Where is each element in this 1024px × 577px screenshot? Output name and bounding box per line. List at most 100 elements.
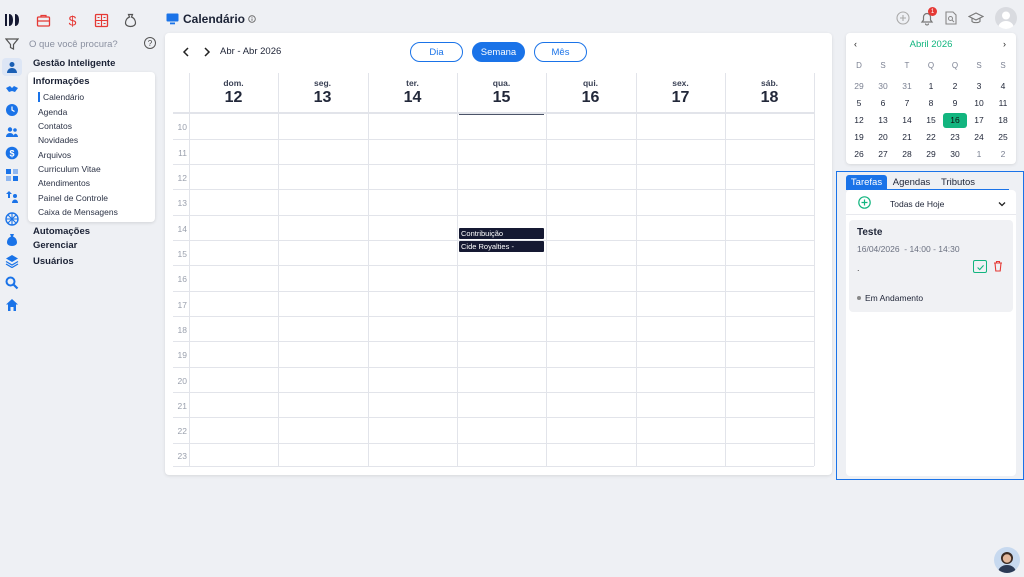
- nav-item-agenda[interactable]: Agenda: [38, 107, 67, 117]
- layers-icon[interactable]: [4, 253, 20, 269]
- mini-day-cell[interactable]: 11: [992, 96, 1014, 110]
- users-icon[interactable]: [4, 124, 20, 140]
- mini-day-cell[interactable]: 31: [896, 79, 918, 93]
- search-input[interactable]: O que você procura?: [29, 39, 118, 50]
- mini-day-cell[interactable]: 21: [896, 130, 918, 144]
- mini-day-cell[interactable]: 2: [944, 79, 966, 93]
- info-icon[interactable]: [248, 15, 256, 23]
- nav-usuarios[interactable]: Usuários: [33, 256, 74, 267]
- nav-item-calendario[interactable]: Calendário: [38, 92, 84, 102]
- event-contribuicao[interactable]: Contribuição: [459, 228, 544, 239]
- upload-person-icon[interactable]: [4, 189, 20, 205]
- nav-item-curriculum[interactable]: Curriculum Vitae: [38, 164, 101, 174]
- user-avatar[interactable]: [995, 7, 1017, 29]
- add-task-icon[interactable]: [858, 196, 871, 209]
- mini-day-cell[interactable]: 10: [968, 96, 990, 110]
- tab-agendas[interactable]: Agendas: [889, 175, 934, 190]
- divider: [846, 214, 1016, 215]
- money-bag-tool-icon[interactable]: [122, 12, 138, 28]
- support-chat-avatar[interactable]: [994, 547, 1020, 573]
- add-circle-icon[interactable]: [896, 11, 910, 25]
- view-week-button[interactable]: Semana: [472, 42, 525, 62]
- nav-gestao-inteligente[interactable]: Gestão Inteligente: [33, 58, 115, 69]
- mini-day-cell[interactable]: 30: [872, 79, 894, 93]
- chevron-right-icon[interactable]: [202, 46, 212, 58]
- mini-day-cell[interactable]: 12: [848, 113, 870, 127]
- document-search-icon[interactable]: [944, 11, 958, 25]
- mini-weekday: Q: [927, 61, 935, 70]
- mini-day-cell[interactable]: 22: [920, 130, 942, 144]
- mini-day-cell[interactable]: 27: [872, 147, 894, 161]
- mini-day-cell[interactable]: 2: [992, 147, 1014, 161]
- nav-informacoes[interactable]: Informações: [33, 76, 90, 87]
- event-cide-royalties[interactable]: Cide Royalties -: [459, 241, 544, 252]
- nav-item-atendimentos[interactable]: Atendimentos: [38, 178, 90, 188]
- task-card[interactable]: Teste 16/04/2026 - 14:00 - 14:30 . Em An…: [849, 220, 1013, 312]
- mini-day-cell[interactable]: 24: [968, 130, 990, 144]
- task-title: Teste: [857, 227, 883, 238]
- search-rail-icon[interactable]: [4, 275, 20, 291]
- mini-day-cell[interactable]: 17: [968, 113, 990, 127]
- mini-day-cell[interactable]: 30: [944, 147, 966, 161]
- mini-day-cell[interactable]: 7: [896, 96, 918, 110]
- calculator-icon[interactable]: [93, 12, 109, 28]
- nav-item-arquivos[interactable]: Arquivos: [38, 150, 71, 160]
- home-icon[interactable]: [4, 297, 20, 313]
- user-card-icon[interactable]: [2, 58, 22, 76]
- nav-gerenciar[interactable]: Gerenciar: [33, 240, 77, 251]
- mini-day-cell[interactable]: 3: [968, 79, 990, 93]
- mini-next-icon[interactable]: ›: [1003, 39, 1006, 49]
- bell-icon[interactable]: 1: [919, 7, 937, 26]
- search-bar[interactable]: O que você procura? ?: [6, 36, 156, 52]
- complete-task-button[interactable]: [973, 260, 987, 273]
- svg-text:$: $: [9, 148, 14, 158]
- mini-day-cell[interactable]: 6: [872, 96, 894, 110]
- task-filter-select[interactable]: Todas de Hoje: [890, 199, 944, 209]
- mini-day-cell[interactable]: 19: [848, 130, 870, 144]
- mini-day-cell[interactable]: 29: [848, 79, 870, 93]
- trash-icon[interactable]: [993, 260, 1003, 272]
- chevron-down-icon[interactable]: [998, 199, 1006, 207]
- view-day-button[interactable]: Dia: [410, 42, 463, 62]
- mini-day-cell[interactable]: 5: [848, 96, 870, 110]
- dashboard-icon[interactable]: [4, 167, 20, 183]
- mini-day-cell[interactable]: 18: [992, 113, 1014, 127]
- mini-day-cell[interactable]: 8: [920, 96, 942, 110]
- mini-day-cell[interactable]: 9: [944, 96, 966, 110]
- hour-label: 10: [177, 122, 187, 132]
- dollar-icon[interactable]: $: [4, 145, 20, 161]
- tab-tarefas[interactable]: Tarefas: [846, 175, 887, 190]
- nav-item-contatos[interactable]: Contatos: [38, 121, 72, 131]
- mini-day-cell[interactable]: 25: [992, 130, 1014, 144]
- graduation-cap-icon[interactable]: [967, 11, 985, 25]
- mini-day-cell[interactable]: 26: [848, 147, 870, 161]
- nav-item-mensagens[interactable]: Caixa de Mensagens: [38, 207, 118, 217]
- mini-day-cell[interactable]: 1: [968, 147, 990, 161]
- briefcase-icon[interactable]: [35, 12, 51, 28]
- view-month-button[interactable]: Mês: [534, 42, 587, 62]
- app-logo[interactable]: [4, 12, 20, 28]
- mini-day-cell[interactable]: 23: [944, 130, 966, 144]
- nav-automacoes[interactable]: Automações: [33, 226, 90, 237]
- mini-day-cell[interactable]: 28: [896, 147, 918, 161]
- mini-day-cell[interactable]: 16: [943, 113, 967, 128]
- tab-tributos[interactable]: Tributos: [936, 175, 980, 190]
- hour-label: 19: [177, 350, 187, 360]
- dollar-tool-icon[interactable]: $: [64, 12, 80, 28]
- mini-day-cell[interactable]: 29: [920, 147, 942, 161]
- network-icon[interactable]: [4, 211, 20, 227]
- mini-day-cell[interactable]: 4: [992, 79, 1014, 93]
- nav-item-painel[interactable]: Painel de Controle: [38, 193, 108, 203]
- hour-label: 23: [177, 451, 187, 461]
- chevron-left-icon[interactable]: [181, 46, 191, 58]
- help-icon[interactable]: ?: [144, 37, 156, 49]
- clock-icon[interactable]: [4, 102, 20, 118]
- mini-day-cell[interactable]: 15: [920, 113, 942, 127]
- money-bag-icon[interactable]: [4, 232, 20, 248]
- mini-day-cell[interactable]: 13: [872, 113, 894, 127]
- handshake-icon[interactable]: [4, 81, 20, 97]
- nav-item-novidades[interactable]: Novidades: [38, 135, 78, 145]
- mini-day-cell[interactable]: 1: [920, 79, 942, 93]
- mini-day-cell[interactable]: 20: [872, 130, 894, 144]
- mini-day-cell[interactable]: 14: [896, 113, 918, 127]
